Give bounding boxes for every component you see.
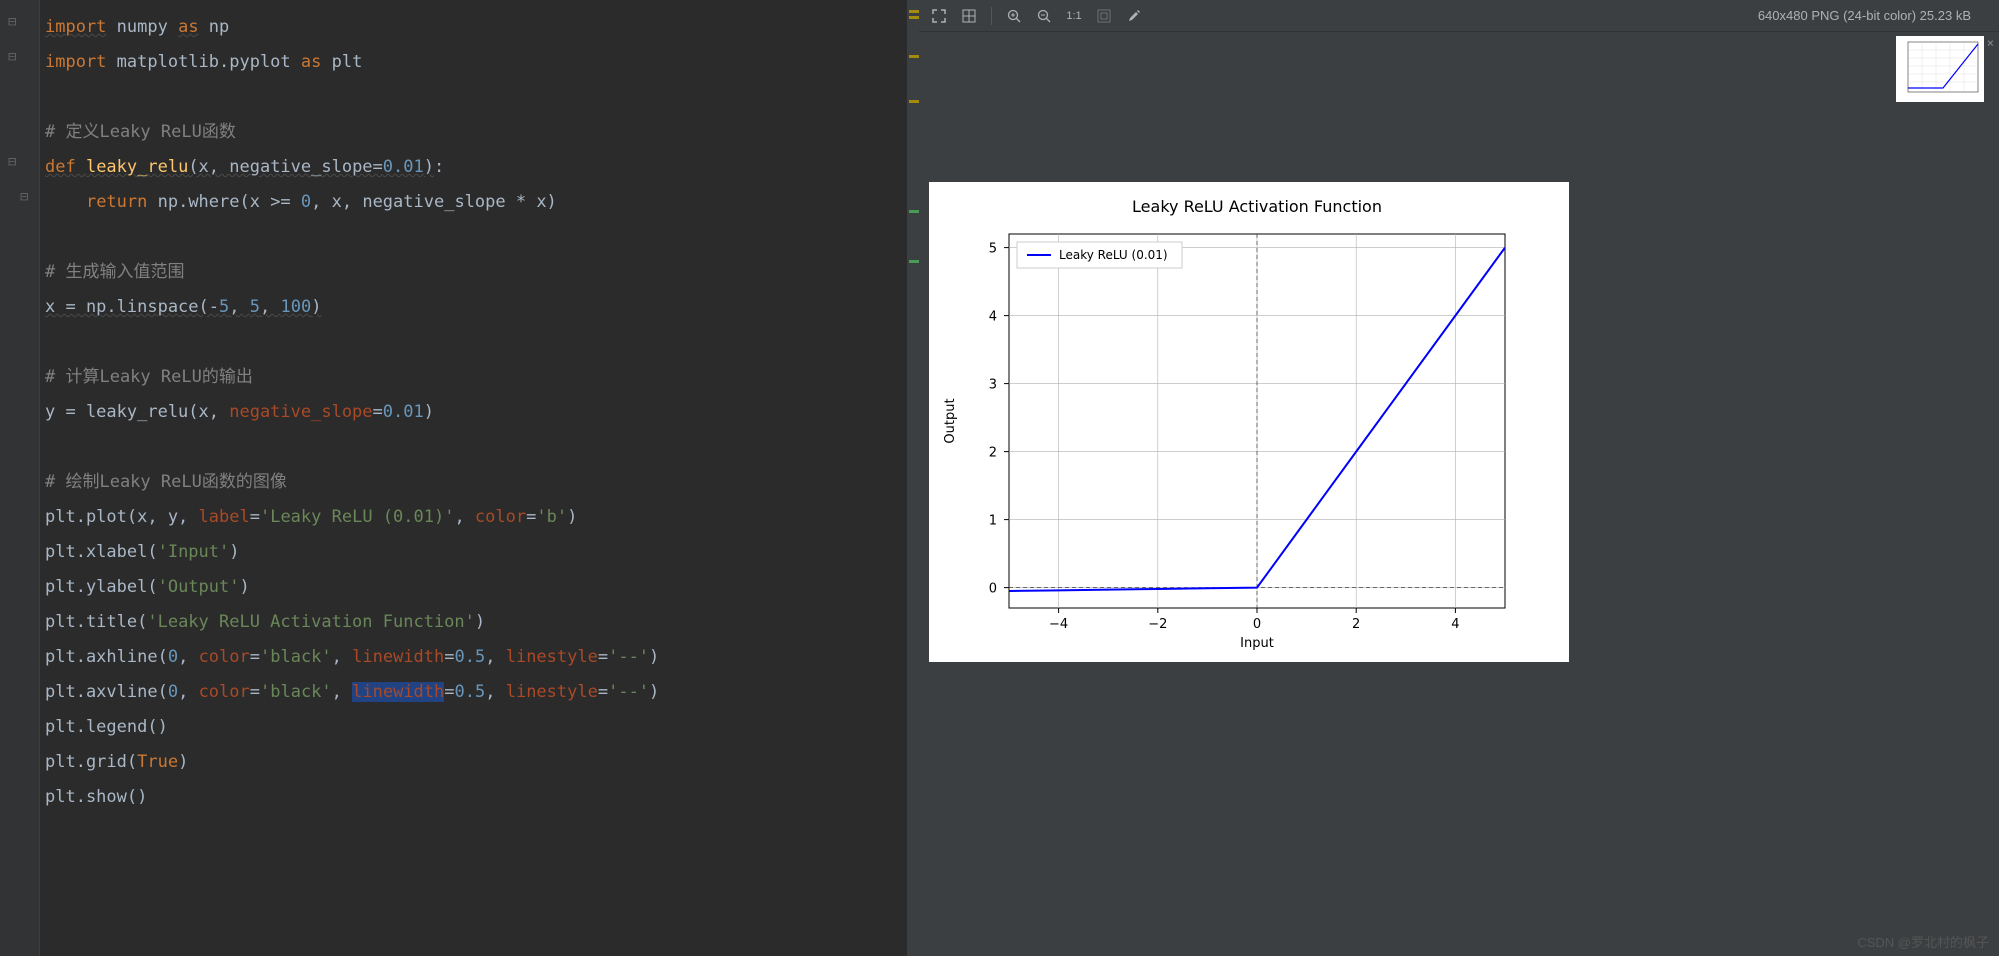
minimap-marker bbox=[909, 260, 919, 263]
plot-output[interactable]: −4 −2 0 2 4 0 1 2 3 4 5 Leaky ReLU Activation Funct… bbox=[929, 182, 1569, 662]
viewer-toolbar: 1:1 640x480 PNG (24-bit color) 25.23 kB bbox=[919, 0, 1999, 32]
image-info-text: 640x480 PNG (24-bit color) 25.23 kB bbox=[1758, 8, 1971, 23]
svg-text:3: 3 bbox=[989, 378, 997, 393]
svg-text:4: 4 bbox=[1451, 617, 1459, 632]
code-editor-pane[interactable]: ⊟ ⊟ ⊟ ⊟ import numpy as npimport matplot… bbox=[0, 0, 919, 956]
image-viewer-pane: 1:1 640x480 PNG (24-bit color) 25.23 kB bbox=[919, 0, 1999, 956]
actual-size-button[interactable]: 1:1 bbox=[1062, 4, 1086, 28]
thumbnail-strip: × bbox=[1896, 36, 1991, 102]
svg-text:Input: Input bbox=[1240, 636, 1274, 651]
toolbar-separator bbox=[991, 7, 992, 25]
svg-text:Leaky ReLU Activation Function: Leaky ReLU Activation Function bbox=[1132, 197, 1382, 216]
plot-thumbnail[interactable]: × bbox=[1896, 36, 1984, 102]
fit-window-icon[interactable] bbox=[1092, 4, 1116, 28]
grid-icon[interactable] bbox=[957, 4, 981, 28]
close-icon[interactable]: × bbox=[1987, 36, 1994, 50]
fold-mark-icon[interactable]: ⊟ bbox=[8, 14, 16, 30]
svg-text:1: 1 bbox=[989, 514, 997, 529]
fold-mark-icon[interactable]: ⊟ bbox=[20, 189, 28, 205]
fold-mark-icon[interactable]: ⊟ bbox=[8, 49, 16, 65]
svg-text:−2: −2 bbox=[1148, 617, 1167, 632]
svg-text:2: 2 bbox=[1352, 617, 1360, 632]
zoom-in-icon[interactable] bbox=[1002, 4, 1026, 28]
minimap-marker bbox=[909, 16, 919, 19]
minimap-marker bbox=[909, 10, 919, 13]
svg-text:−4: −4 bbox=[1049, 617, 1068, 632]
watermark-text: CSDN @罗北村的枫子 bbox=[1857, 932, 1989, 951]
svg-text:Leaky ReLU (0.01): Leaky ReLU (0.01) bbox=[1059, 248, 1168, 262]
zoom-out-icon[interactable] bbox=[1032, 4, 1056, 28]
color-picker-icon[interactable] bbox=[1122, 4, 1146, 28]
minimap-marker bbox=[909, 210, 919, 213]
editor-gutter: ⊟ ⊟ ⊟ ⊟ bbox=[0, 0, 40, 956]
minimap-marker bbox=[909, 55, 919, 58]
minimap-marker bbox=[909, 100, 919, 103]
fit-screen-icon[interactable] bbox=[927, 4, 951, 28]
svg-text:5: 5 bbox=[989, 242, 997, 257]
svg-text:2: 2 bbox=[989, 446, 997, 461]
svg-text:4: 4 bbox=[989, 310, 997, 325]
fold-mark-icon[interactable]: ⊟ bbox=[8, 154, 16, 170]
svg-text:0: 0 bbox=[1253, 617, 1261, 632]
svg-text:Output: Output bbox=[943, 398, 958, 443]
minimap[interactable] bbox=[907, 0, 919, 956]
svg-text:0: 0 bbox=[989, 582, 997, 597]
code-content[interactable]: import numpy as npimport matplotlib.pypl… bbox=[45, 0, 919, 815]
